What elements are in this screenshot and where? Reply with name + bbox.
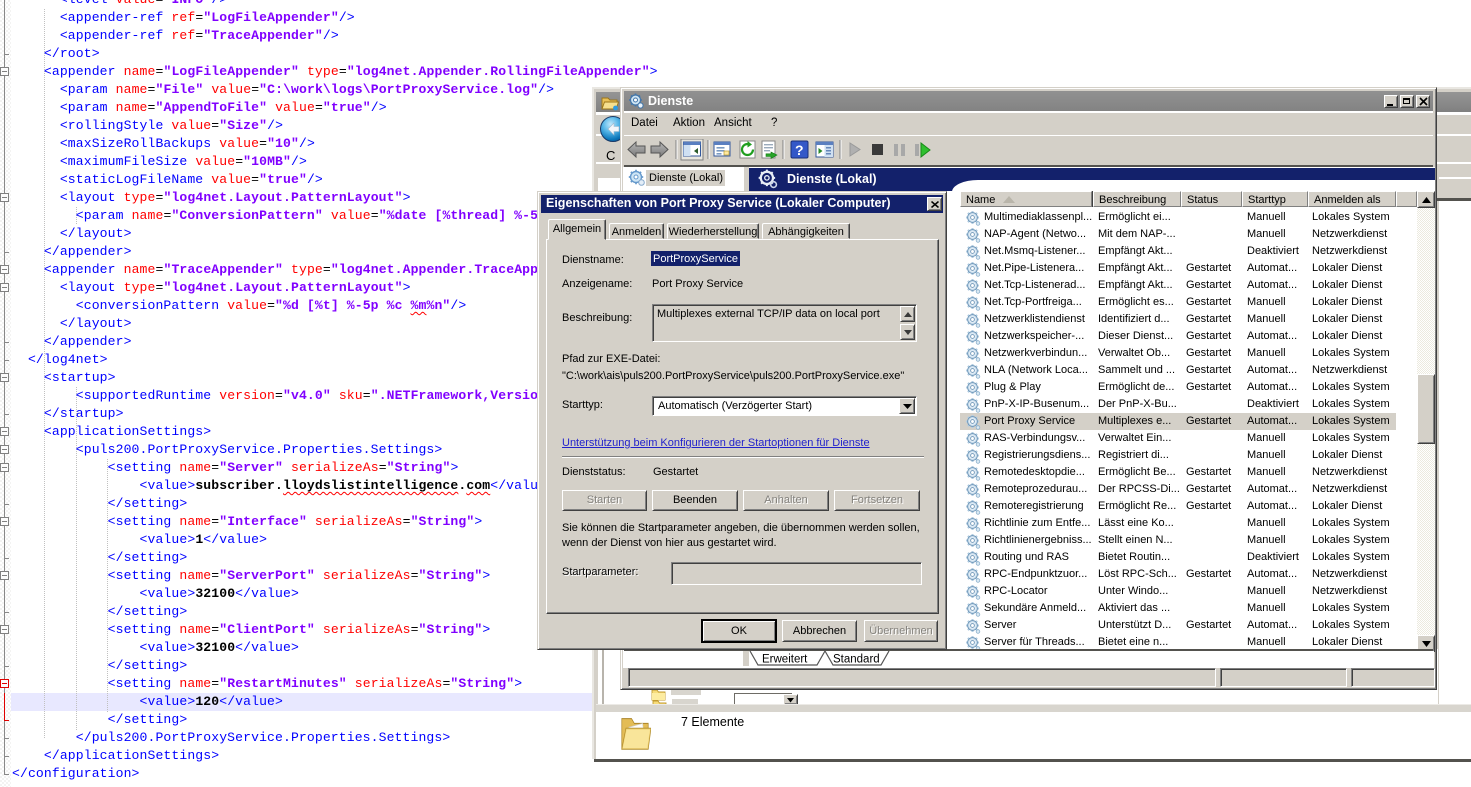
svg-text:Erweitert: Erweitert bbox=[762, 654, 808, 666]
svg-text:Standard: Standard bbox=[833, 654, 880, 666]
